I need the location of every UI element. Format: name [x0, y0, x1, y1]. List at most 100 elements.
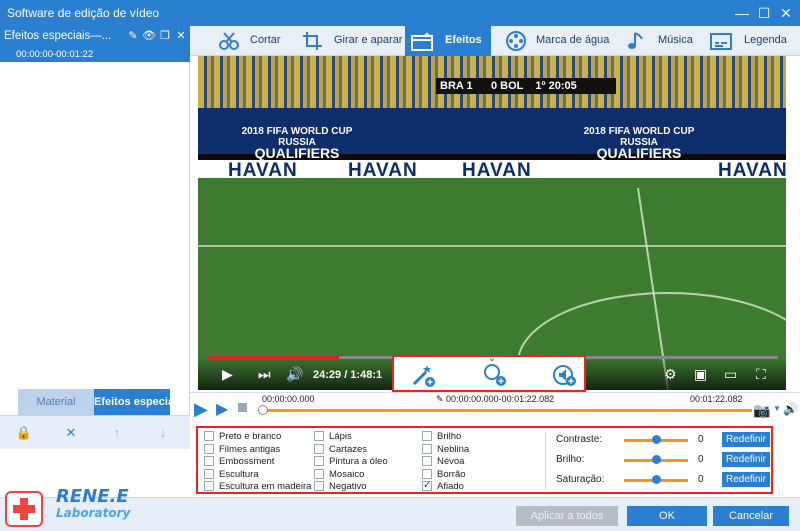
contrast-label: Contraste:: [556, 434, 603, 445]
player-volume-icon[interactable]: 🔊: [286, 366, 303, 383]
tool-rotate-crop[interactable]: Girar e aparar: [296, 26, 406, 56]
checkbox[interactable]: [422, 444, 432, 454]
edit-icon[interactable]: ✎: [126, 29, 140, 45]
checkbox[interactable]: [204, 431, 214, 441]
move-up-icon[interactable]: ↑: [108, 424, 126, 442]
effect-quick-add: ⌄: [392, 353, 586, 392]
ok-button[interactable]: OK: [627, 506, 707, 526]
checkbox[interactable]: [422, 456, 432, 466]
saturation-label: Saturação:: [556, 474, 605, 485]
checkbox[interactable]: [422, 479, 432, 492]
dropdown-icon[interactable]: ▼: [773, 404, 781, 413]
checkbox[interactable]: [204, 469, 214, 479]
volume-icon[interactable]: 🔊: [783, 402, 798, 416]
close-icon[interactable]: ✕: [174, 29, 188, 45]
play-segment-icon[interactable]: ▶: [216, 399, 228, 419]
saturation-reset-button[interactable]: Redefinir: [722, 472, 770, 487]
banner-text-right: 2018 FIFA WORLD CUP RUSSIA QUALIFIERS: [583, 126, 695, 161]
copy-icon[interactable]: ❐: [158, 29, 172, 45]
minimize-button[interactable]: —: [732, 3, 752, 23]
lock-icon[interactable]: 🔒: [15, 424, 33, 442]
tool-music-label: Música: [658, 34, 693, 46]
checkbox[interactable]: [204, 481, 214, 491]
player-miniplayer-icon[interactable]: ▣: [694, 366, 707, 383]
apply-to-all-button[interactable]: Aplicar a todos: [516, 506, 618, 526]
effect-item-label: Efeitos especiais—...: [4, 30, 112, 42]
timeline: ▶ ▶ 00:00:00.000 ✎ 00:00:00.000-00:01:22…: [190, 392, 800, 422]
tool-effects[interactable]: Efeitos: [405, 26, 491, 56]
player-fullscreen-icon[interactable]: ⛶: [756, 366, 766, 383]
brand-name: RENE.E: [56, 486, 129, 507]
saturation-value: 0: [698, 474, 704, 485]
checkbox[interactable]: [314, 456, 324, 466]
left-panel-toolbar: 🔒 ✕ ↑ ↓: [0, 415, 190, 449]
scoreboard: BRA 1 0 BOL 1º 20:05: [436, 78, 616, 94]
tool-cut[interactable]: Cortar: [212, 26, 292, 56]
player-progress-fill: [208, 356, 340, 359]
camera-icon[interactable]: 📷: [753, 402, 770, 419]
stop-icon[interactable]: [238, 403, 247, 412]
checkbox[interactable]: [314, 481, 324, 491]
contrast-value: 0: [698, 434, 704, 445]
brightness-reset-button[interactable]: Redefinir: [722, 452, 770, 467]
tool-subtitle[interactable]: Legenda: [704, 26, 794, 56]
player-play-icon[interactable]: ▶: [222, 366, 233, 383]
checkbox[interactable]: [204, 444, 214, 454]
brightness-slider-handle[interactable]: [652, 455, 661, 464]
medical-cross-icon: [5, 491, 43, 527]
window-title: Software de edição de vídeo: [7, 6, 160, 20]
cut-icon: [219, 32, 239, 50]
add-zoom-icon[interactable]: [482, 362, 508, 388]
tool-music[interactable]: Música: [620, 26, 698, 56]
tool-rotate-crop-label: Girar e aparar: [334, 34, 403, 46]
effects-icon: [411, 32, 433, 51]
checkbox[interactable]: [422, 469, 432, 479]
eye-icon[interactable]: 👁: [142, 29, 156, 45]
title-bar: Software de edição de vídeo — ☐ ✕: [0, 0, 800, 26]
saturation-slider-handle[interactable]: [652, 475, 661, 484]
tool-subtitle-label: Legenda: [744, 34, 787, 46]
tool-effects-label: Efeitos: [445, 34, 482, 46]
tab-special-effects[interactable]: Efeitos especiais: [94, 389, 170, 415]
checkbox[interactable]: [204, 456, 214, 466]
move-down-icon[interactable]: ↓: [154, 424, 172, 442]
delete-icon[interactable]: ✕: [62, 424, 80, 442]
brightness-value: 0: [698, 454, 704, 465]
player-time: 24:29 / 1:48:1: [313, 369, 383, 381]
bottom-bar: RENE.E Laboratory Aplicar a todos OK Can…: [0, 486, 800, 531]
effect-time-range: 00:00:00-00:01:22: [0, 48, 190, 62]
checkbox[interactable]: [314, 444, 324, 454]
brand-logo: RENE.E Laboratory: [4, 486, 144, 531]
contrast-slider-handle[interactable]: [652, 435, 661, 444]
music-note-icon: [628, 32, 643, 49]
maximize-button[interactable]: ☐: [754, 3, 774, 23]
timeline-start-time: 00:00:00.000: [262, 394, 315, 404]
player-next-icon[interactable]: ⏭: [258, 366, 271, 383]
timeline-start-handle[interactable]: [258, 405, 268, 415]
tool-watermark[interactable]: Marca de água: [500, 26, 612, 56]
checkbox[interactable]: [422, 431, 432, 441]
effect-item-header[interactable]: Efeitos especiais—... ✎ 👁 ❐ ✕: [0, 26, 190, 48]
film-reel-icon: [506, 31, 526, 51]
player-settings-icon[interactable]: ⚙: [664, 366, 677, 383]
timeline-end-time: 00:01:22.082: [690, 394, 743, 404]
editing-toolbar: Cortar Girar e aparar Efeitos Marca de á…: [190, 26, 800, 56]
video-preview[interactable]: 2018 FIFA WORLD CUP RUSSIA QUALIFIERS 201…: [198, 56, 786, 390]
subtitle-icon: [710, 33, 732, 50]
checkbox[interactable]: [314, 431, 324, 441]
close-button[interactable]: ✕: [776, 3, 796, 23]
add-audio-effect-icon[interactable]: [552, 362, 578, 388]
tool-watermark-label: Marca de água: [536, 34, 610, 46]
timeline-bar[interactable]: [262, 409, 752, 412]
play-icon[interactable]: ▶: [194, 399, 208, 420]
effects-divider: [545, 432, 546, 490]
checkbox[interactable]: [314, 469, 324, 479]
add-filter-icon[interactable]: [410, 362, 436, 388]
contrast-reset-button[interactable]: Redefinir: [722, 432, 770, 447]
brightness-label: Brilho:: [556, 454, 585, 465]
tab-material[interactable]: Material: [18, 389, 94, 415]
cancel-button[interactable]: Cancelar: [713, 506, 789, 526]
timeline-range: ✎ 00:00:00.000-00:01:22.082: [436, 394, 555, 404]
player-theater-icon[interactable]: ▭: [724, 366, 737, 383]
crop-icon: [303, 32, 322, 50]
